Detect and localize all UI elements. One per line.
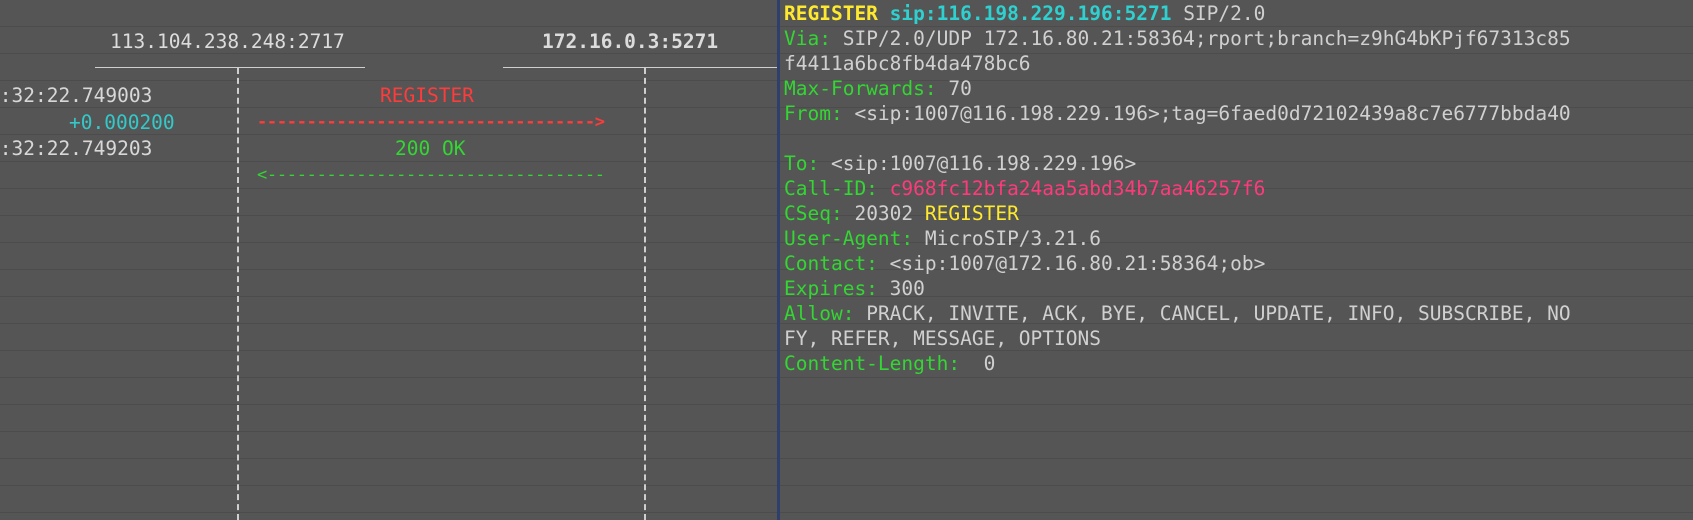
from-header-name: From: [784, 102, 843, 125]
user-agent-header: User-Agent: MicroSIP/3.21.6 [784, 225, 1101, 252]
cseq-number: 20302 [854, 202, 914, 225]
allow-name: Allow: [784, 302, 855, 325]
call-id-name: Call-ID: [784, 177, 878, 200]
contact-header: Contact: <sip:1007@172.16.80.21:58364;ob… [784, 250, 1265, 277]
pane-divider[interactable] [777, 0, 780, 520]
via-header: Via: SIP/2.0/UDP 172.16.80.21:58364;rpor… [784, 25, 1571, 52]
to-header: To: <sip:1007@116.198.229.196> [784, 150, 1136, 177]
max-forwards-name: Max-Forwards: [784, 77, 937, 100]
max-forwards-header: Max-Forwards: 70 [784, 75, 972, 102]
ok-arrow[interactable]: <---------------------------------- [257, 162, 605, 189]
contact-value: <sip:1007@172.16.80.21:58364;ob> [889, 252, 1266, 275]
request-uri: sip:116.198.229.196:5271 [889, 2, 1172, 25]
from-header-value: <sip:1007@116.198.229.196>;tag=6faed0d72… [854, 102, 1571, 125]
endpoint-b-lifeline [644, 68, 646, 520]
request-line: REGISTER sip:116.198.229.196:5271 SIP/2.… [784, 0, 1265, 27]
via-header-value: SIP/2.0/UDP 172.16.80.21:58364;rport;bra… [842, 27, 1571, 50]
ok-message-label[interactable]: 200 OK [395, 135, 465, 162]
call-id-value: c968fc12bfa24aa5abd34b7aa46257f6 [889, 177, 1266, 200]
via-header-name: Via: [784, 27, 831, 50]
timestamp-2: 7:32:22.749203 [0, 137, 153, 160]
expires-name: Expires: [784, 277, 878, 300]
allow-value: PRACK, INVITE, ACK, BYE, CANCEL, UPDATE,… [866, 302, 1571, 325]
endpoint-a-underline [95, 67, 365, 68]
cseq-name: CSeq: [784, 202, 843, 225]
sip-version: SIP/2.0 [1183, 2, 1266, 25]
user-agent-name: User-Agent: [784, 227, 914, 250]
expires-header: Expires: 300 [784, 275, 925, 302]
endpoint-b-underline [503, 67, 778, 68]
allow-header: Allow: PRACK, INVITE, ACK, BYE, CANCEL, … [784, 300, 1571, 327]
sip-message-pane[interactable]: REGISTER sip:116.198.229.196:5271 SIP/2.… [784, 0, 1693, 520]
max-forwards-value: 70 [948, 77, 972, 100]
expires-value: 300 [889, 277, 925, 300]
content-length-value: 0 [971, 352, 996, 375]
register-message-label[interactable]: REGISTER [380, 82, 474, 109]
user-agent-value: MicroSIP/3.21.6 [924, 227, 1101, 250]
content-length-name: Content-Length: [784, 352, 961, 375]
call-flow-pane[interactable]: 113.104.238.248:2717 172.16.0.3:5271 7:3… [0, 0, 778, 520]
from-header: From: <sip:1007@116.198.229.196>;tag=6fa… [784, 100, 1571, 127]
endpoint-b-label: 172.16.0.3:5271 [542, 30, 719, 53]
allow-header-continuation: FY, REFER, MESSAGE, OPTIONS [784, 325, 1101, 352]
contact-name: Contact: [784, 252, 878, 275]
content-length-header: Content-Length: 0 [784, 350, 995, 377]
register-arrow[interactable]: ----------------------------------> [257, 109, 605, 136]
to-header-value: <sip:1007@116.198.229.196> [830, 152, 1137, 175]
endpoint-a-lifeline [237, 68, 239, 520]
request-method: REGISTER [784, 2, 878, 25]
to-header-name: To: [784, 152, 820, 175]
via-header-cont-value: f4411a6bc8fb4da478bc6 [784, 52, 1031, 75]
call-id-header: Call-ID: c968fc12bfa24aa5abd34b7aa46257f… [784, 175, 1265, 202]
allow-cont-value: FY, REFER, MESSAGE, OPTIONS [784, 327, 1101, 350]
cseq-method: REGISTER [924, 202, 1019, 225]
cseq-header: CSeq: 20302 REGISTER [784, 200, 1019, 227]
timestamp-1: 7:32:22.749003 [0, 84, 153, 107]
delta-time: +0.000200 [69, 111, 175, 134]
via-header-continuation: f4411a6bc8fb4da478bc6 [784, 50, 1031, 77]
endpoint-a-label: 113.104.238.248:2717 [110, 30, 345, 53]
